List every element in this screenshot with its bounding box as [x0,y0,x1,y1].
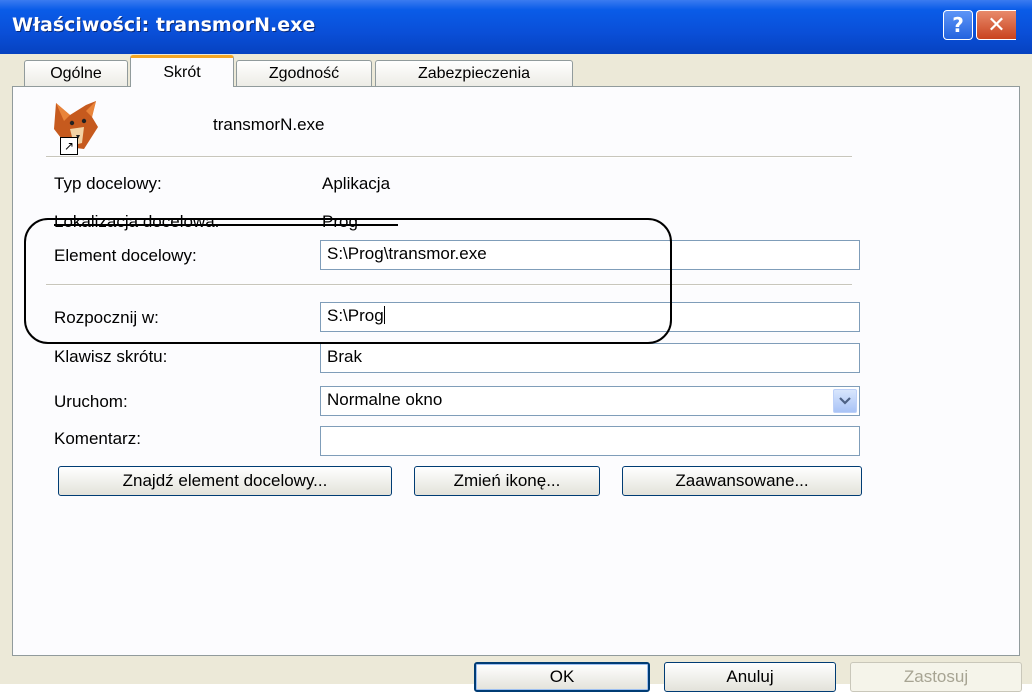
tab-shortcut[interactable]: Skrót [130,55,234,87]
run-label: Uruchom: [54,392,128,411]
shortcut-key-value: Brak [327,347,362,366]
highlight-annotation [24,218,672,344]
cancel-button[interactable]: Anuluj [664,662,836,692]
find-target-button[interactable]: Znajdź element docelowy... [58,466,392,496]
change-icon-button[interactable]: Zmień ikonę... [414,466,600,496]
window-title: Właściwości: transmorN.exe [12,14,316,36]
app-name: transmorN.exe [213,115,325,134]
tab-general[interactable]: Ogólne [24,60,128,87]
advanced-button[interactable]: Zaawansowane... [622,466,862,496]
question-mark-icon: ? [952,13,964,37]
apply-button[interactable]: Zastosuj [850,662,1022,692]
tab-security[interactable]: Zabezpieczenia [375,60,573,87]
close-icon: ✕ [987,12,1006,38]
divider [46,156,852,158]
tab-compatibility[interactable]: Zgodność [236,60,372,87]
target-type-label: Typ docelowy: [54,174,162,193]
run-value: Normalne okno [327,390,443,409]
shortcut-arrow-icon: ↗ [60,137,78,155]
title-bar: Właściwości: transmorN.exe ? ✕ [0,0,1032,54]
target-type-value: Aplikacja [322,174,391,193]
close-button[interactable]: ✕ [976,10,1016,40]
comment-field[interactable] [320,426,860,456]
fox-icon: ↗ [46,99,132,155]
comment-label: Komentarz: [54,429,141,448]
help-button[interactable]: ? [943,10,973,40]
run-select[interactable]: Normalne okno [320,386,860,416]
chevron-down-icon[interactable] [833,389,857,413]
ok-button[interactable]: OK [474,662,650,692]
shortcut-key-label: Klawisz skrótu: [54,347,168,366]
shortcut-key-field[interactable]: Brak [320,343,860,373]
